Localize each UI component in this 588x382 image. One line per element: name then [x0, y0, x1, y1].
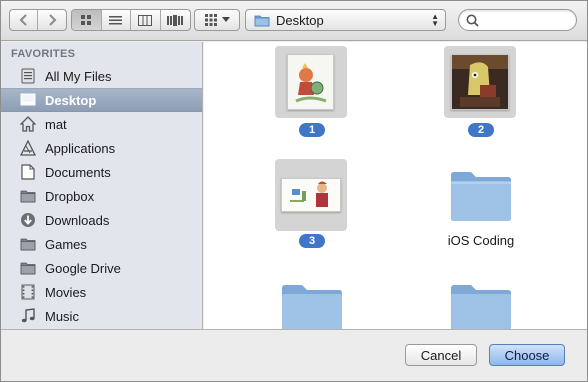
chevron-right-icon — [49, 14, 57, 26]
location-label: Desktop — [276, 12, 324, 28]
file-item-1[interactable] — [275, 46, 347, 118]
sidebar-item-applications[interactable]: Applications — [1, 136, 202, 160]
home-icon — [19, 115, 37, 133]
grid-arrange-icon — [204, 14, 217, 26]
file-chooser-dialog: Desktop ▲ ▼ FAVORITES All My Files Deskto… — [0, 0, 588, 382]
forward-button[interactable] — [38, 10, 66, 30]
cover-flow-view-icon — [167, 14, 184, 26]
sidebar-item-all-my-files[interactable]: All My Files — [1, 64, 202, 88]
folder-icon — [451, 285, 511, 329]
folder-item-ios-coding[interactable] — [449, 169, 513, 223]
sidebar-item-label: Dropbox — [45, 188, 95, 204]
sidebar-item-google-drive[interactable]: Google Drive — [1, 256, 202, 280]
search-field[interactable] — [458, 9, 577, 31]
documents-icon — [19, 163, 37, 181]
sidebar-item-documents[interactable]: Documents — [1, 160, 202, 184]
selection-badge: 1 — [299, 123, 325, 137]
cancel-button[interactable]: Cancel — [405, 344, 477, 366]
sidebar-item-label: Games — [45, 236, 87, 252]
sidebar-item-label: Google Drive — [45, 260, 121, 276]
updown-arrows-icon: ▲ ▼ — [431, 12, 439, 28]
chevron-down-icon — [221, 17, 230, 22]
sidebar-item-games[interactable]: Games — [1, 232, 202, 256]
list-view-icon — [109, 15, 123, 24]
dialog-button-bar: Cancel Choose — [1, 329, 587, 381]
folder-icon — [282, 285, 342, 329]
image-thumbnail — [451, 54, 509, 110]
applications-icon — [19, 139, 37, 157]
sidebar-item-label: Documents — [45, 164, 111, 180]
column-view-button[interactable] — [131, 10, 161, 30]
list-view-button[interactable] — [102, 10, 131, 30]
image-thumbnail — [287, 54, 334, 110]
folder-icon — [19, 259, 37, 277]
sidebar-item-label: Movies — [45, 284, 87, 300]
sidebar-item-downloads[interactable]: Downloads — [1, 208, 202, 232]
sidebar-item-mat[interactable]: mat — [1, 112, 202, 136]
location-popup[interactable]: Desktop ▲ ▼ — [245, 9, 446, 31]
folder-item[interactable] — [280, 282, 344, 329]
selection-badge: 3 — [299, 234, 325, 248]
downloads-icon — [19, 211, 37, 229]
file-item-2[interactable] — [444, 46, 516, 118]
folder-name: iOS Coding — [447, 233, 515, 248]
back-button[interactable] — [10, 10, 38, 30]
navigation-segment — [9, 9, 67, 31]
search-input[interactable] — [483, 13, 573, 27]
sidebar-section-header: FAVORITES — [11, 48, 76, 60]
sidebar-item-music[interactable]: Music — [1, 304, 202, 328]
sidebar-item-label: Downloads — [45, 212, 110, 228]
desktop-icon — [19, 91, 37, 109]
sidebar-item-label: mat — [45, 116, 67, 132]
sidebar-item-movies[interactable]: Movies — [1, 280, 202, 304]
icon-view-button[interactable] — [72, 10, 102, 30]
icon-view-icon — [81, 15, 92, 25]
image-thumbnail — [281, 178, 341, 212]
search-icon — [466, 14, 479, 27]
sidebar-item-label: Desktop — [45, 92, 97, 108]
folder-item[interactable] — [449, 282, 513, 329]
file-browser: 1 2 3 iOS Coding — [204, 42, 587, 329]
choose-button[interactable]: Choose — [489, 344, 565, 366]
cover-flow-view-button[interactable] — [161, 10, 190, 30]
chevron-left-icon — [19, 14, 27, 26]
arrange-menu-button[interactable] — [194, 9, 240, 31]
folder-icon — [451, 172, 511, 221]
file-item-3[interactable] — [275, 159, 347, 231]
sidebar-item-desktop[interactable]: Desktop — [1, 88, 202, 112]
arrange-button-content — [195, 10, 239, 30]
sidebar-item-dropbox[interactable]: Dropbox — [1, 184, 202, 208]
toolbar: Desktop ▲ ▼ — [1, 1, 587, 41]
sidebar-item-label: All My Files — [45, 68, 112, 84]
view-mode-segment — [71, 9, 191, 31]
dropbox-icon — [19, 187, 37, 205]
folder-icon — [19, 235, 37, 253]
all-my-files-icon — [19, 67, 37, 85]
column-view-icon — [138, 14, 153, 26]
sidebar-item-label: Applications — [45, 140, 116, 156]
sidebar-item-label: Music — [45, 308, 79, 324]
music-icon — [19, 307, 37, 325]
movies-icon — [19, 283, 37, 301]
folder-icon — [254, 15, 270, 26]
sidebar: FAVORITES All My Files Desktop mat Appli… — [1, 42, 203, 329]
selection-badge: 2 — [468, 123, 494, 137]
